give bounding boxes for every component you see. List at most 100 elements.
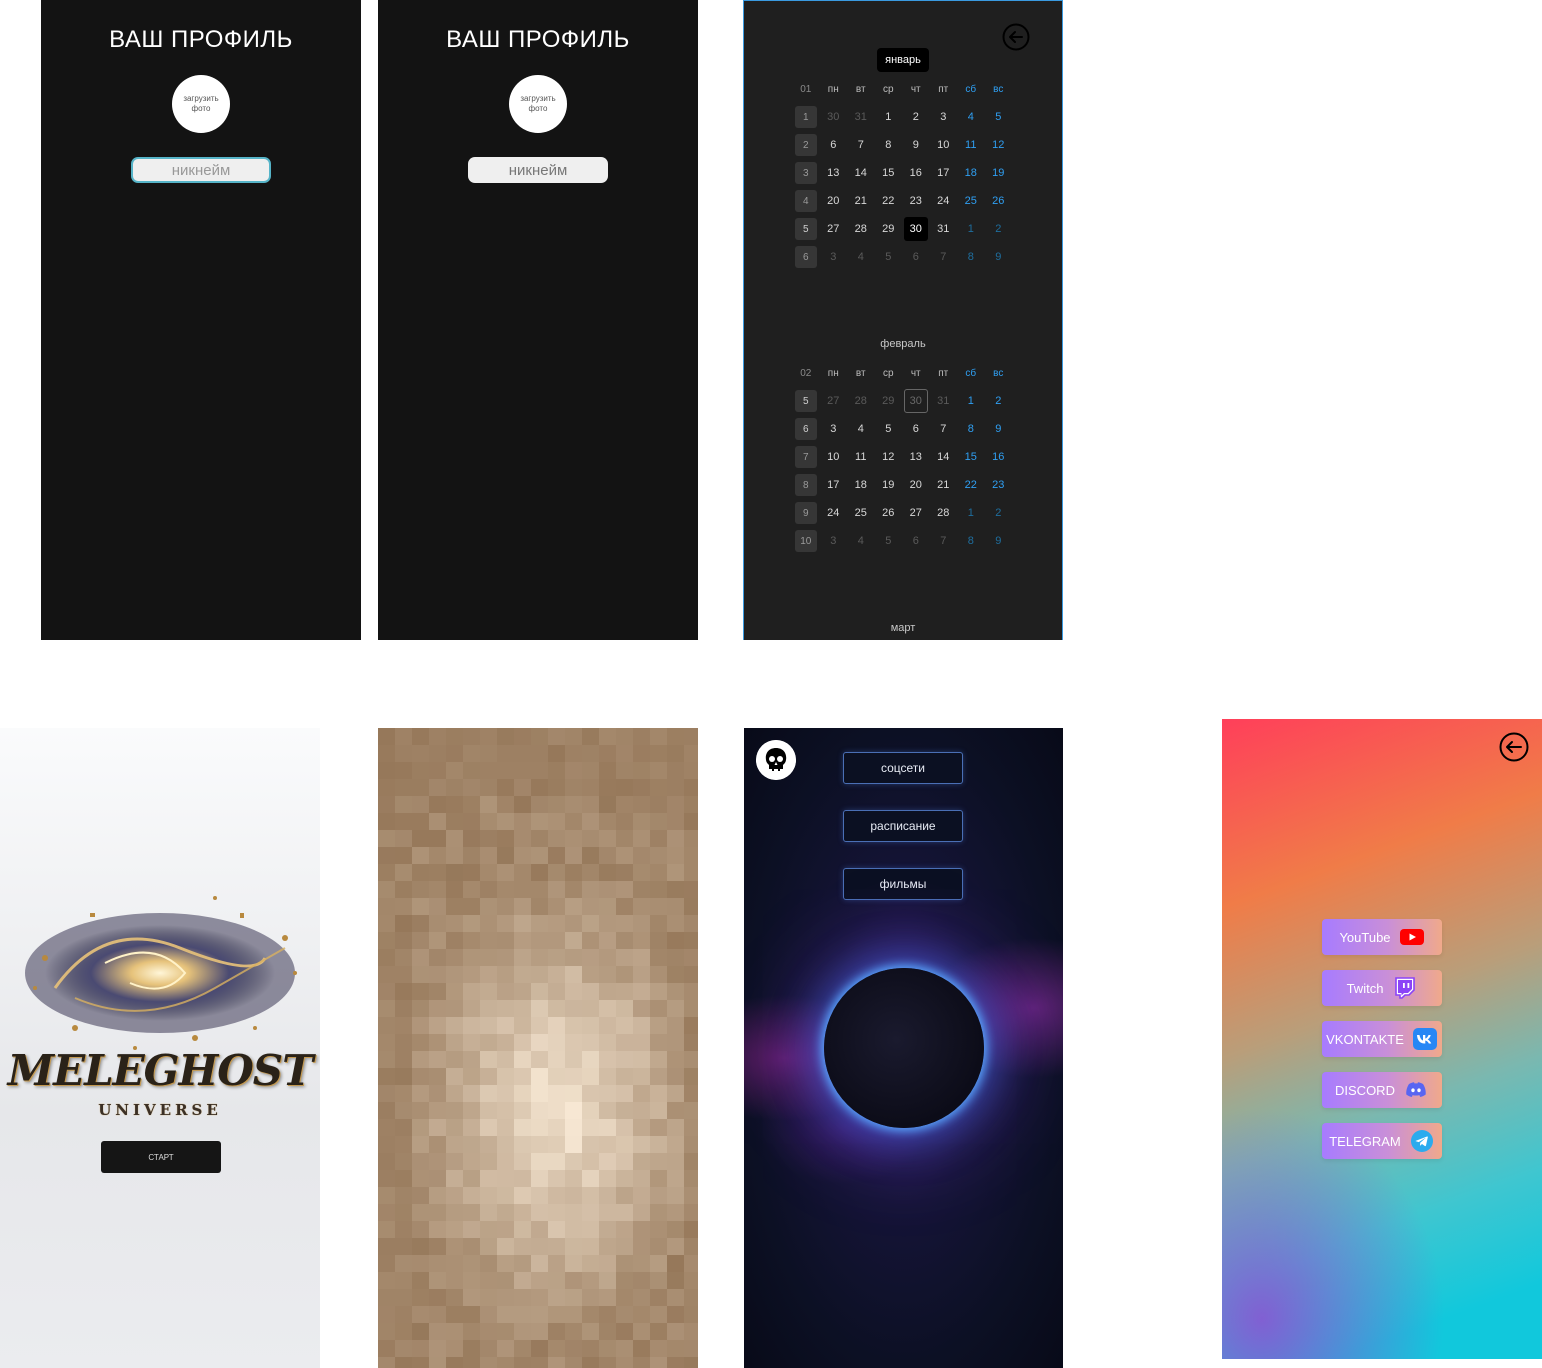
calendar-day[interactable]: 28 [847,387,875,415]
calendar-day[interactable]: 16 [985,443,1013,471]
calendar-day[interactable]: 28 [847,215,875,243]
calendar-day[interactable]: 5 [875,415,903,443]
calendar-day[interactable]: 26 [985,187,1013,215]
calendar-day[interactable]: 30 [820,103,848,131]
calendar-day[interactable]: 7 [930,415,958,443]
calendar-day-today[interactable]: 30 [902,215,930,243]
calendar-day[interactable]: 10 [820,443,848,471]
calendar-day[interactable]: 8 [957,527,985,555]
calendar-day[interactable]: 18 [847,471,875,499]
menu-button-movies[interactable]: фильмы [843,868,963,900]
calendar-day[interactable]: 4 [957,103,985,131]
calendar-day[interactable]: 24 [930,187,958,215]
calendar-day[interactable]: 6 [902,527,930,555]
month-title-january[interactable]: январь [744,48,1062,72]
calendar-day[interactable]: 25 [957,187,985,215]
calendar-day[interactable]: 8 [875,131,903,159]
calendar-day[interactable]: 31 [847,103,875,131]
calendar-day[interactable]: 17 [820,471,848,499]
upload-photo-button[interactable]: загрузить фото [509,75,567,133]
calendar-day[interactable]: 13 [820,159,848,187]
calendar-day[interactable]: 1 [957,387,985,415]
calendar-day[interactable]: 13 [902,443,930,471]
calendar-day[interactable]: 6 [902,243,930,271]
calendar-day[interactable]: 11 [957,131,985,159]
twitch-link-button[interactable]: Twitch [1322,970,1442,1006]
calendar-day[interactable]: 5 [875,527,903,555]
calendar-day[interactable]: 5 [985,103,1013,131]
calendar-day[interactable]: 28 [930,499,958,527]
calendar-day[interactable]: 23 [985,471,1013,499]
calendar-day[interactable]: 4 [847,415,875,443]
calendar-day[interactable]: 12 [985,131,1013,159]
youtube-link-button[interactable]: YouTube [1322,919,1442,955]
calendar-day[interactable]: 7 [930,243,958,271]
calendar-day[interactable]: 22 [875,187,903,215]
back-arrow-icon[interactable] [1499,732,1529,762]
calendar-day[interactable]: 3 [820,243,848,271]
menu-button-schedule[interactable]: расписание [843,810,963,842]
nickname-input[interactable] [131,157,271,183]
calendar-day[interactable]: 27 [820,215,848,243]
calendar-day[interactable]: 29 [875,215,903,243]
nickname-input[interactable] [468,157,608,183]
calendar-day[interactable]: 4 [847,527,875,555]
month-title-february[interactable]: февраль [744,338,1062,350]
calendar-day[interactable]: 6 [902,415,930,443]
calendar-day[interactable]: 8 [957,415,985,443]
calendar-day[interactable]: 17 [930,159,958,187]
calendar-day[interactable]: 3 [930,103,958,131]
calendar-day[interactable]: 3 [820,527,848,555]
telegram-link-button[interactable]: TELEGRAM [1322,1123,1442,1159]
calendar-day[interactable]: 7 [847,131,875,159]
calendar-day[interactable]: 9 [902,131,930,159]
start-button[interactable]: СТАРТ [101,1141,221,1173]
calendar-day[interactable]: 26 [875,499,903,527]
calendar-day[interactable]: 5 [875,243,903,271]
calendar-day[interactable]: 20 [820,187,848,215]
back-arrow-icon[interactable] [1002,23,1030,51]
calendar-day[interactable]: 18 [957,159,985,187]
calendar-day[interactable]: 14 [847,159,875,187]
calendar-day[interactable]: 14 [930,443,958,471]
calendar-day[interactable]: 9 [985,527,1013,555]
calendar-day[interactable]: 2 [985,215,1013,243]
calendar-day[interactable]: 27 [902,499,930,527]
calendar-day[interactable]: 2 [985,499,1013,527]
month-title-march[interactable]: март [744,622,1062,634]
calendar-day[interactable]: 6 [820,131,848,159]
upload-photo-button[interactable]: загрузить фото [172,75,230,133]
vk-link-button[interactable]: VKONTAKTE [1322,1021,1442,1057]
calendar-day[interactable]: 22 [957,471,985,499]
calendar-day[interactable]: 1 [875,103,903,131]
calendar-day[interactable]: 1 [957,215,985,243]
calendar-day[interactable]: 19 [875,471,903,499]
skull-icon[interactable] [756,740,796,780]
calendar-day[interactable]: 11 [847,443,875,471]
calendar-day[interactable]: 31 [930,387,958,415]
calendar-day[interactable]: 30 [902,387,930,415]
calendar-day[interactable]: 4 [847,243,875,271]
calendar-day[interactable]: 9 [985,415,1013,443]
calendar-day[interactable]: 19 [985,159,1013,187]
calendar-day[interactable]: 8 [957,243,985,271]
calendar-day[interactable]: 29 [875,387,903,415]
discord-link-button[interactable]: DISCORD [1322,1072,1442,1108]
calendar-day[interactable]: 24 [820,499,848,527]
calendar-day[interactable]: 31 [930,215,958,243]
calendar-day[interactable]: 1 [957,499,985,527]
calendar-day[interactable]: 21 [847,187,875,215]
calendar-day[interactable]: 21 [930,471,958,499]
calendar-day[interactable]: 25 [847,499,875,527]
calendar-day[interactable]: 15 [957,443,985,471]
calendar-day[interactable]: 10 [930,131,958,159]
calendar-day[interactable]: 9 [985,243,1013,271]
calendar-day[interactable]: 15 [875,159,903,187]
calendar-day[interactable]: 7 [930,527,958,555]
calendar-day[interactable]: 3 [820,415,848,443]
calendar-day[interactable]: 2 [985,387,1013,415]
calendar-day[interactable]: 16 [902,159,930,187]
calendar-day[interactable]: 23 [902,187,930,215]
calendar-day[interactable]: 12 [875,443,903,471]
calendar-day[interactable]: 20 [902,471,930,499]
